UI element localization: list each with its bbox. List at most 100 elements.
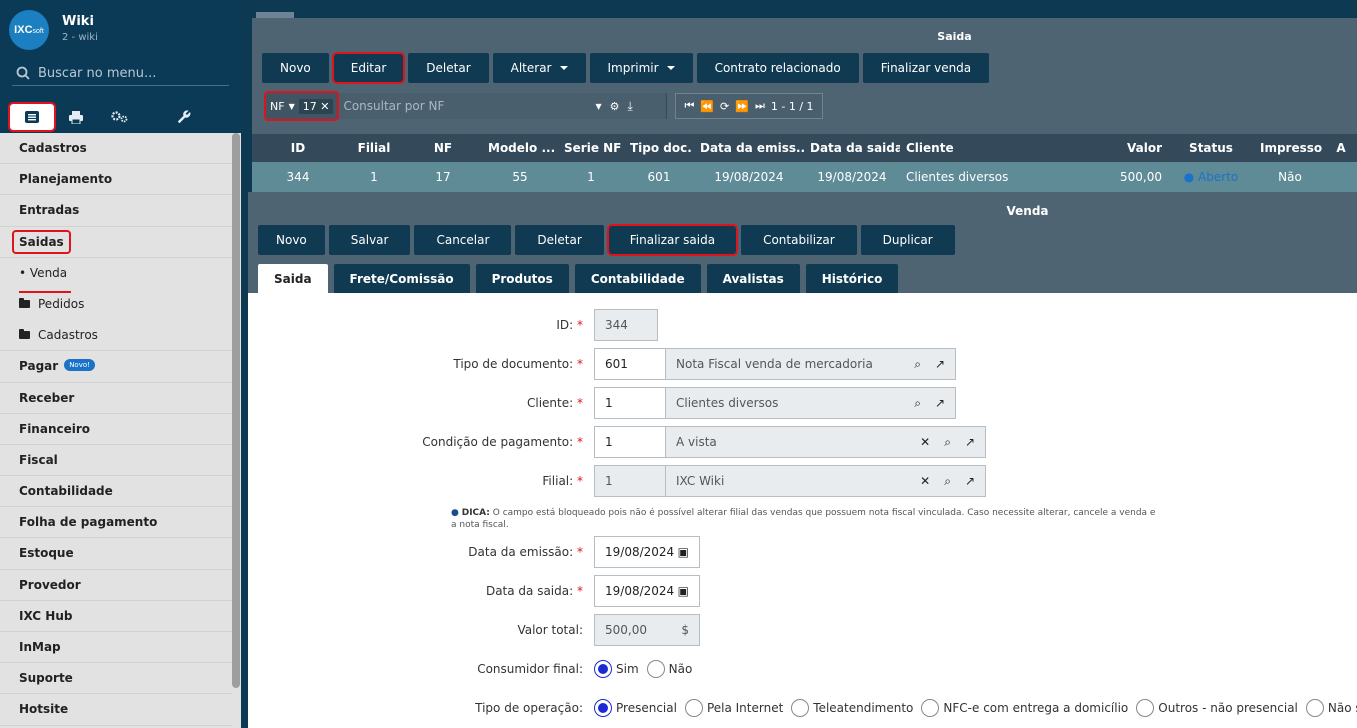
tipo-documento-field[interactable]: 601: [594, 348, 666, 380]
radio-operacao-nao-aplica[interactable]: Não se aplica: [1305, 699, 1357, 717]
clear-icon[interactable]: ✕: [920, 435, 930, 449]
cliente-field[interactable]: 1: [594, 387, 666, 419]
duplicar-button[interactable]: Duplicar: [860, 225, 955, 255]
sidebar-item-hotsite[interactable]: Hotsite: [0, 694, 232, 726]
radio-operacao-teleatendimento[interactable]: Teleatendimento: [791, 699, 913, 717]
external-link-icon[interactable]: ↗: [965, 435, 975, 449]
condicao-field[interactable]: 1: [594, 426, 666, 458]
sidebar-item-cadastros[interactable]: Cadastros: [0, 133, 232, 165]
emissao-date-field[interactable]: 19/08/2024 ▣: [594, 536, 700, 568]
col-status[interactable]: Status: [1168, 141, 1254, 155]
tab-contabilidade[interactable]: Contabilidade: [574, 264, 701, 293]
novo-button[interactable]: Novo: [258, 225, 325, 255]
sidebar-item-pagar[interactable]: Pagar Novo!: [0, 351, 232, 383]
editar-button[interactable]: Editar: [331, 52, 406, 84]
prev-page-icon[interactable]: ⏪: [700, 100, 714, 113]
col-id[interactable]: ID: [252, 141, 344, 155]
radio-consumidor-nao[interactable]: Não: [646, 660, 692, 678]
tab-frete-comissao[interactable]: Frete/Comissão: [333, 264, 470, 293]
refresh-icon[interactable]: ⟳: [720, 100, 729, 113]
imprimir-dropdown[interactable]: Imprimir: [589, 53, 693, 83]
external-link-icon[interactable]: ↗: [935, 396, 945, 410]
wrench-icon[interactable]: [162, 104, 206, 130]
sidebar-scrollbar[interactable]: [232, 133, 240, 688]
deletar-button[interactable]: Deletar: [515, 225, 604, 255]
alterar-dropdown[interactable]: Alterar: [492, 53, 586, 83]
status-dot-icon: ●: [1183, 170, 1195, 184]
radio-operacao-internet[interactable]: Pela Internet: [684, 699, 783, 717]
cancelar-button[interactable]: Cancelar: [414, 225, 512, 255]
col-a[interactable]: A: [1326, 141, 1356, 155]
printer-icon[interactable]: [54, 104, 98, 130]
sidebar-item-fiscal[interactable]: Fiscal: [0, 445, 232, 477]
gears-icon[interactable]: [98, 104, 142, 130]
next-page-icon[interactable]: ⏩: [735, 100, 749, 113]
table-row[interactable]: 344 1 17 55 1 601 19/08/2024 19/08/2024 …: [252, 162, 1357, 192]
col-nf[interactable]: NF: [404, 141, 482, 155]
deletar-button[interactable]: Deletar: [408, 53, 489, 83]
clear-icon[interactable]: ✕: [920, 474, 930, 488]
search-icon[interactable]: ⌕: [944, 435, 951, 450]
venda-window: Venda Novo Salvar Cancelar Deletar Final…: [248, 192, 1357, 728]
gears-icon[interactable]: ⚙: [610, 100, 620, 113]
contabilizar-button[interactable]: Contabilizar: [741, 225, 857, 255]
saida-date-field[interactable]: 19/08/2024 ▣: [594, 575, 700, 607]
sidebar-item-receber[interactable]: Receber: [0, 383, 232, 414]
col-cliente[interactable]: Cliente: [900, 141, 1098, 155]
finalizar-saida-button[interactable]: Finalizar saida: [606, 224, 739, 256]
search-icon[interactable]: ⌕: [914, 357, 921, 372]
radio-operacao-nfce[interactable]: NFC-e com entrega a domicílio: [921, 699, 1128, 717]
sidebar-item-entradas[interactable]: Entradas: [0, 195, 232, 227]
sidebar-item-estoque[interactable]: Estoque: [0, 538, 232, 570]
radio-operacao-outros[interactable]: Outros - não presencial: [1136, 699, 1298, 717]
search-field-select[interactable]: NF ▼ 17 ✕: [264, 91, 340, 121]
download-icon[interactable]: ⤓: [627, 99, 632, 114]
search-input[interactable]: Consultar por NF: [339, 93, 592, 119]
caret-down-icon[interactable]: ▼: [595, 102, 601, 111]
radio-consumidor-sim[interactable]: Sim: [594, 660, 639, 678]
external-link-icon[interactable]: ↗: [965, 474, 975, 488]
col-saida[interactable]: Data da saida: [804, 141, 900, 155]
sidebar-item-contabilidade[interactable]: Contabilidade: [0, 476, 232, 508]
sidebar-item-saidas[interactable]: Saidas: [0, 227, 232, 258]
external-link-icon[interactable]: ↗: [935, 357, 945, 371]
col-filial[interactable]: Filial: [344, 141, 404, 155]
sidebar-item-ixc-hub[interactable]: IXC Hub: [0, 601, 232, 632]
novo-button[interactable]: Novo: [262, 53, 329, 83]
saida-toolbar: Novo Editar Deletar Alterar Imprimir Con…: [262, 52, 990, 84]
sidebar-item-inmap[interactable]: InMap: [0, 632, 232, 664]
tab-produtos[interactable]: Produtos: [475, 264, 569, 293]
col-serie[interactable]: Serie NF: [558, 141, 624, 155]
col-tipo[interactable]: Tipo doc.: [624, 141, 694, 155]
col-modelo[interactable]: Modelo ...: [482, 141, 558, 155]
first-page-icon[interactable]: ⏮: [684, 99, 694, 113]
tab-saida[interactable]: Saida: [258, 264, 328, 293]
sidebar-item-provedor[interactable]: Provedor: [0, 570, 232, 601]
sidebar-item-cadastros-saidas[interactable]: Cadastros: [0, 320, 232, 352]
form-row-consumidor: Consumidor final: Sim Não: [248, 653, 1357, 685]
close-icon[interactable]: ✕: [320, 100, 329, 113]
col-emissao[interactable]: Data da emiss...: [694, 141, 804, 155]
calendar-icon[interactable]: ▣: [678, 584, 689, 598]
sidebar-item-venda[interactable]: • Venda: [0, 258, 232, 293]
sidebar-item-suporte[interactable]: Suporte: [0, 663, 232, 695]
tab-historico[interactable]: Histórico: [805, 264, 899, 293]
tab-avalistas[interactable]: Avalistas: [706, 264, 800, 293]
sidebar-item-financeiro[interactable]: Financeiro: [0, 414, 232, 445]
menu-search-input[interactable]: Buscar no menu...: [12, 61, 229, 86]
finalizar-venda-button[interactable]: Finalizar venda: [862, 53, 990, 83]
sidebar-item-folha[interactable]: Folha de pagamento: [0, 507, 232, 539]
calendar-icon[interactable]: ▣: [678, 545, 689, 559]
col-impresso[interactable]: Impresso: [1254, 141, 1326, 155]
search-icon[interactable]: ⌕: [944, 474, 951, 489]
search-icon[interactable]: ⌕: [914, 396, 921, 411]
sidebar-item-planejamento[interactable]: Planejamento: [0, 164, 232, 196]
sidebar-item-pedidos[interactable]: Pedidos: [0, 289, 232, 320]
filter-chip[interactable]: 17 ✕: [298, 98, 334, 114]
last-page-icon[interactable]: ⏭: [755, 99, 765, 113]
radio-operacao-presencial[interactable]: Presencial: [594, 699, 677, 717]
contrato-relacionado-button[interactable]: Contrato relacionado: [696, 53, 859, 83]
salvar-button[interactable]: Salvar: [328, 225, 411, 255]
menu-list-icon[interactable]: [8, 102, 56, 132]
col-valor[interactable]: Valor: [1098, 141, 1168, 155]
